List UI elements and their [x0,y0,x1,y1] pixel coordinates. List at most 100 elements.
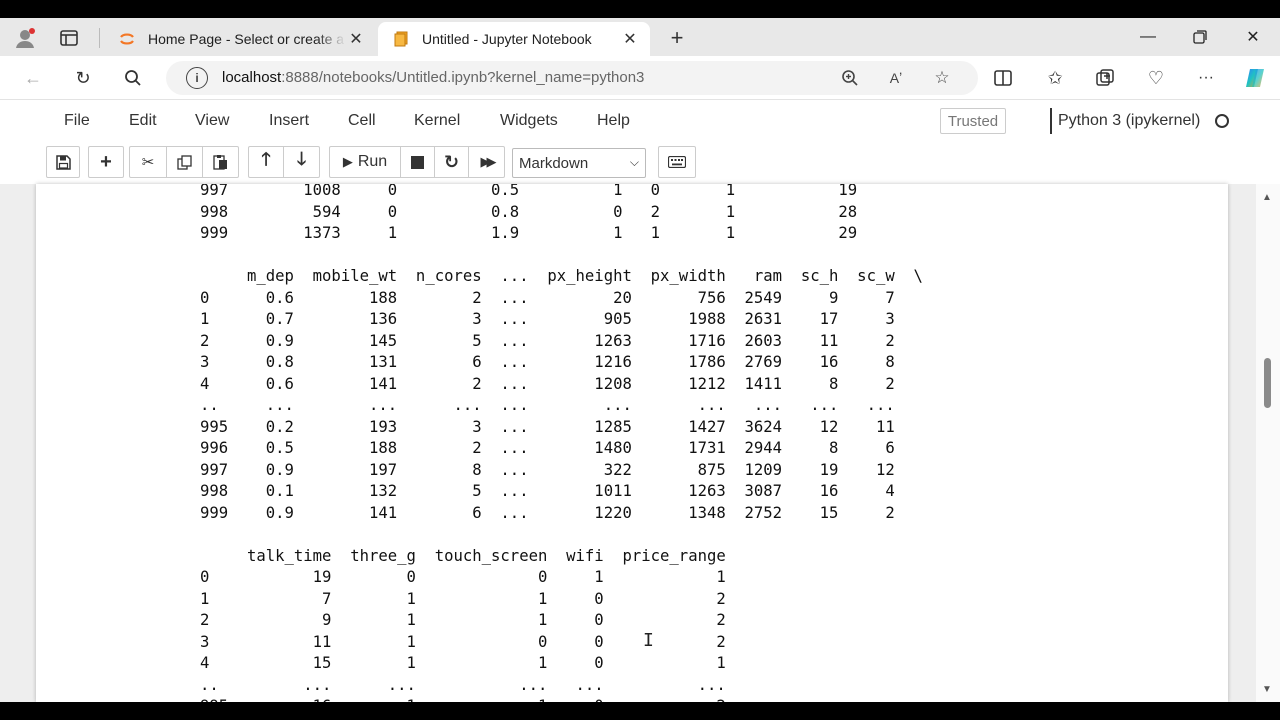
output-line: 996 0.5 188 2 ... 1480 1731 2944 8 6 [200,439,895,457]
stop-icon [411,155,424,169]
jupyter-menubar: File Edit View Insert Cell Kernel Widget… [46,102,1236,142]
close-icon[interactable]: ✕ [620,29,640,49]
output-line: 999 0.9 141 6 ... 1220 1348 2752 15 2 [200,503,895,522]
copy-icon [177,154,192,170]
tab-title: Home Page - Select or create a notebook [148,31,346,47]
output-line: 997 1008 0 0.5 1 0 1 19 [200,184,858,199]
save-button[interactable] [46,146,80,178]
tab-title: Untitled - Jupyter Notebook [422,31,592,47]
move-down-button[interactable]: 🡓 [284,146,320,178]
restart-run-all-button[interactable]: ▶▶ [469,146,505,178]
zoom-icon[interactable] [838,66,862,90]
save-icon [55,154,71,170]
kernel-idle-icon [1215,114,1229,128]
output-line: 0 19 0 0 1 1 [200,568,726,586]
split-screen-icon[interactable] [990,65,1016,91]
scroll-up-arrow-icon[interactable]: ▲ [1262,192,1272,203]
more-icon[interactable]: ··· [1193,65,1219,91]
kernel-separator [1050,108,1052,134]
menu-insert[interactable]: Insert [269,112,309,130]
menu-cell[interactable]: Cell [348,112,376,130]
vertical-scrollbar[interactable]: ▲ ▼ [1256,184,1280,702]
collections-icon[interactable] [1092,65,1118,91]
output-line: 3 11 1 0 0 2 [200,632,726,651]
command-palette-button[interactable] [658,146,696,178]
site-info-icon[interactable]: i [186,67,208,89]
keyboard-icon [668,156,686,168]
output-line: 0 0.6 188 2 ... 20 756 2549 9 7 [200,288,895,307]
scroll-down-arrow-icon[interactable]: ▼ [1262,684,1272,695]
tab-untitled-notebook[interactable]: Untitled - Jupyter Notebook ✕ [378,22,650,56]
play-icon: ▶ [342,154,353,169]
output-line: 1 7 1 1 0 2 [200,589,726,608]
output-line: 999 1373 1 1.9 1 1 1 29 [200,224,858,242]
notebook-area: 997 1008 0 0.5 1 0 1 19 998 594 0 0.8 0 2… [0,184,1280,702]
output-line: 1 0.7 136 3 ... 905 1988 2631 17 3 [200,310,895,328]
scrollbar-thumb[interactable] [1264,358,1271,408]
close-icon[interactable]: ✕ [346,29,366,49]
move-up-button[interactable]: 🡑 [248,146,284,178]
browser-essentials-icon[interactable]: ♡ [1143,65,1169,91]
copilot-icon[interactable] [1242,65,1268,91]
profile-icon[interactable] [12,25,38,51]
paste-button[interactable] [203,146,239,178]
fast-forward-icon: ▶▶ [480,154,497,169]
notebook-icon [392,30,410,48]
cell-type-select[interactable]: Markdown ⌵ [512,148,646,178]
url-host: localhost [222,69,282,86]
url-path: :8888/notebooks/Untitled.ipynb?kernel_na… [281,69,645,86]
cell-output: 997 1008 0 0.5 1 0 1 19 998 594 0 0.8 0 2… [200,184,923,702]
tab-actions-icon[interactable] [56,25,82,51]
text-cursor-icon: I [643,630,654,651]
menu-widgets[interactable]: Widgets [500,112,558,130]
run-button[interactable]: ▶ Run [329,146,401,178]
output-line: 2 0.9 145 5 ... 1263 1716 2603 11 2 [200,331,895,350]
insert-cell-button[interactable]: + [88,146,124,178]
cell-type-value: Markdown [519,154,589,172]
restart-kernel-button[interactable]: ↻ [435,146,469,178]
paste-icon [213,155,227,170]
kernel-name[interactable]: Python 3 (ipykernel) [1058,112,1200,130]
chevron-down-icon: ⌵ [629,155,639,169]
favorite-star-icon[interactable]: ☆ [930,66,954,90]
menu-kernel[interactable]: Kernel [414,112,460,130]
cut-button[interactable]: ✂ [129,146,167,178]
interrupt-button[interactable] [401,146,435,178]
output-line: 995 0.2 193 3 ... 1285 1427 3624 12 11 [200,417,895,436]
output-line: 998 594 0 0.8 0 2 1 28 [200,202,858,221]
output-line: m_dep mobile_wt n_cores ... px_height px… [200,267,923,285]
output-line: 4 0.6 141 2 ... 1208 1212 1411 8 2 [200,374,895,393]
new-tab-icon[interactable]: + [664,25,690,51]
search-icon[interactable] [120,65,146,91]
copy-button[interactable] [167,146,203,178]
back-icon[interactable]: ← [20,65,46,91]
minimize-icon[interactable]: — [1134,24,1162,50]
window-close-icon[interactable]: ✕ [1239,24,1267,50]
run-label: Run [357,153,388,170]
menu-view[interactable]: View [195,112,229,130]
tab-divider [99,28,100,48]
restart-icon: ↻ [443,151,460,172]
jupyter-logo-icon [118,30,136,48]
restore-icon[interactable] [1186,24,1214,50]
menu-edit[interactable]: Edit [129,112,157,130]
menu-file[interactable]: File [64,112,90,130]
output-line: 998 0.1 132 5 ... 1011 1263 3087 16 4 [200,482,895,500]
output-line: 3 0.8 131 6 ... 1216 1786 2769 16 8 [200,353,895,371]
browser-window: Home Page - Select or create a notebook … [0,18,1280,702]
navigation-bar: ← ↻ i localhost:8888/notebooks/Untitled.… [0,56,1280,100]
scissors-icon: ✂ [141,154,155,171]
menu-help[interactable]: Help [597,112,630,130]
output-line: .. ... ... ... ... ... ... ... ... ... [200,396,895,414]
read-aloud-icon[interactable]: Aʼ [884,66,908,90]
address-bar[interactable]: i localhost:8888/notebooks/Untitled.ipyn… [166,61,978,95]
refresh-icon[interactable]: ↻ [70,65,96,91]
trusted-indicator[interactable]: Trusted [940,108,1006,134]
url-text[interactable]: localhost:8888/notebooks/Untitled.ipynb?… [222,69,644,86]
tab-home-page[interactable]: Home Page - Select or create a notebook … [104,22,376,56]
output-line: 2 9 1 1 0 2 [200,611,726,629]
favorites-icon[interactable]: ✩ [1042,65,1068,91]
output-line: 997 0.9 197 8 ... 322 875 1209 19 12 [200,460,895,479]
